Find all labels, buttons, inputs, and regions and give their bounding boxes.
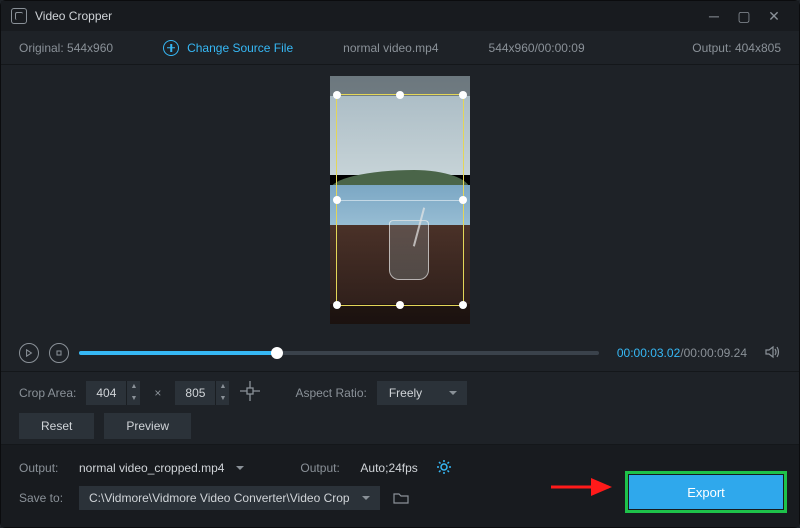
window-title: Video Cropper [35, 9, 699, 23]
crop-handle-top-left[interactable] [333, 91, 341, 99]
preview-button[interactable]: Preview [104, 413, 191, 439]
output-format: Auto;24fps [360, 461, 417, 475]
total-time: 00:00:09.24 [684, 346, 747, 360]
crop-handle-mid-left[interactable] [333, 196, 341, 204]
crop-height-up[interactable]: ▲ [216, 381, 229, 393]
crop-settings-bar: Crop Area: 404 ▲▼ × 805 ▲▼ Aspect Ratio:… [1, 371, 799, 413]
save-to-select[interactable]: C:\Vidmore\Vidmore Video Converter\Video… [79, 486, 380, 510]
video-frame[interactable] [330, 76, 470, 324]
crop-area-label: Crop Area: [19, 386, 76, 400]
change-source-label: Change Source File [187, 41, 293, 55]
close-button[interactable]: ✕ [759, 9, 789, 23]
play-icon [25, 349, 33, 357]
volume-icon [765, 345, 781, 359]
output-panel: Output: normal video_cropped.mp4 Output:… [1, 444, 799, 527]
open-folder-button[interactable] [388, 486, 414, 510]
folder-icon [393, 491, 409, 505]
crop-width-down[interactable]: ▼ [127, 393, 140, 405]
video-preview-area [1, 65, 799, 335]
crop-height-value: 805 [175, 386, 215, 400]
save-to-label: Save to: [19, 491, 71, 505]
crop-height-down[interactable]: ▼ [216, 393, 229, 405]
source-file-info: 544x960/00:00:09 [489, 41, 585, 55]
change-source-button[interactable]: Change Source File [163, 40, 293, 56]
time-display: 00:00:03.02/00:00:09.24 [617, 346, 747, 360]
crop-handle-bottom-left[interactable] [333, 301, 341, 309]
seek-slider[interactable] [79, 351, 599, 355]
export-button[interactable]: Export [629, 475, 783, 509]
crop-handle-top-center[interactable] [396, 91, 404, 99]
export-label: Export [687, 485, 725, 500]
crop-handle-bottom-right[interactable] [459, 301, 467, 309]
minimize-button[interactable]: ─ [699, 9, 729, 23]
save-to-path: C:\Vidmore\Vidmore Video Converter\Video… [89, 491, 350, 505]
action-buttons-row: Reset Preview [1, 413, 799, 447]
output-filename: normal video_cropped.mp4 [79, 461, 224, 475]
output-settings-button[interactable] [436, 459, 452, 478]
crop-rectangle[interactable] [336, 94, 464, 306]
info-bar: Original: 544x960 Change Source File nor… [1, 31, 799, 65]
crop-handle-top-right[interactable] [459, 91, 467, 99]
center-crop-button[interactable] [239, 380, 261, 405]
current-time: 00:00:03.02 [617, 346, 680, 360]
crop-width-value: 404 [86, 386, 126, 400]
play-button[interactable] [19, 343, 39, 363]
seek-thumb[interactable] [271, 347, 283, 359]
output-filename-label: Output: [19, 461, 71, 475]
crop-width-input[interactable]: 404 ▲▼ [86, 381, 140, 405]
output-filename-dropdown[interactable] [236, 466, 244, 474]
gear-icon [436, 459, 452, 475]
output-format-label: Output: [300, 461, 352, 475]
reset-button[interactable]: Reset [19, 413, 94, 439]
titlebar: Video Cropper ─ ▢ ✕ [1, 1, 799, 31]
source-filename: normal video.mp4 [343, 41, 438, 55]
original-dimensions: Original: 544x960 [19, 41, 113, 55]
aspect-ratio-value: Freely [389, 386, 422, 400]
output-dimensions: Output: 404x805 [692, 41, 781, 55]
crop-handle-bottom-center[interactable] [396, 301, 404, 309]
multiply-icon: × [150, 386, 165, 400]
player-controls: 00:00:03.02/00:00:09.24 [1, 335, 799, 371]
maximize-button[interactable]: ▢ [729, 9, 759, 23]
aspect-ratio-label: Aspect Ratio: [295, 386, 366, 400]
app-icon [11, 8, 27, 24]
plus-circle-icon [163, 40, 179, 56]
crop-handle-mid-right[interactable] [459, 196, 467, 204]
volume-button[interactable] [765, 345, 781, 362]
aspect-ratio-select[interactable]: Freely [377, 381, 467, 405]
crop-width-up[interactable]: ▲ [127, 381, 140, 393]
stop-button[interactable] [49, 343, 69, 363]
center-crop-icon [239, 380, 261, 402]
crop-height-input[interactable]: 805 ▲▼ [175, 381, 229, 405]
stop-icon [55, 349, 63, 357]
